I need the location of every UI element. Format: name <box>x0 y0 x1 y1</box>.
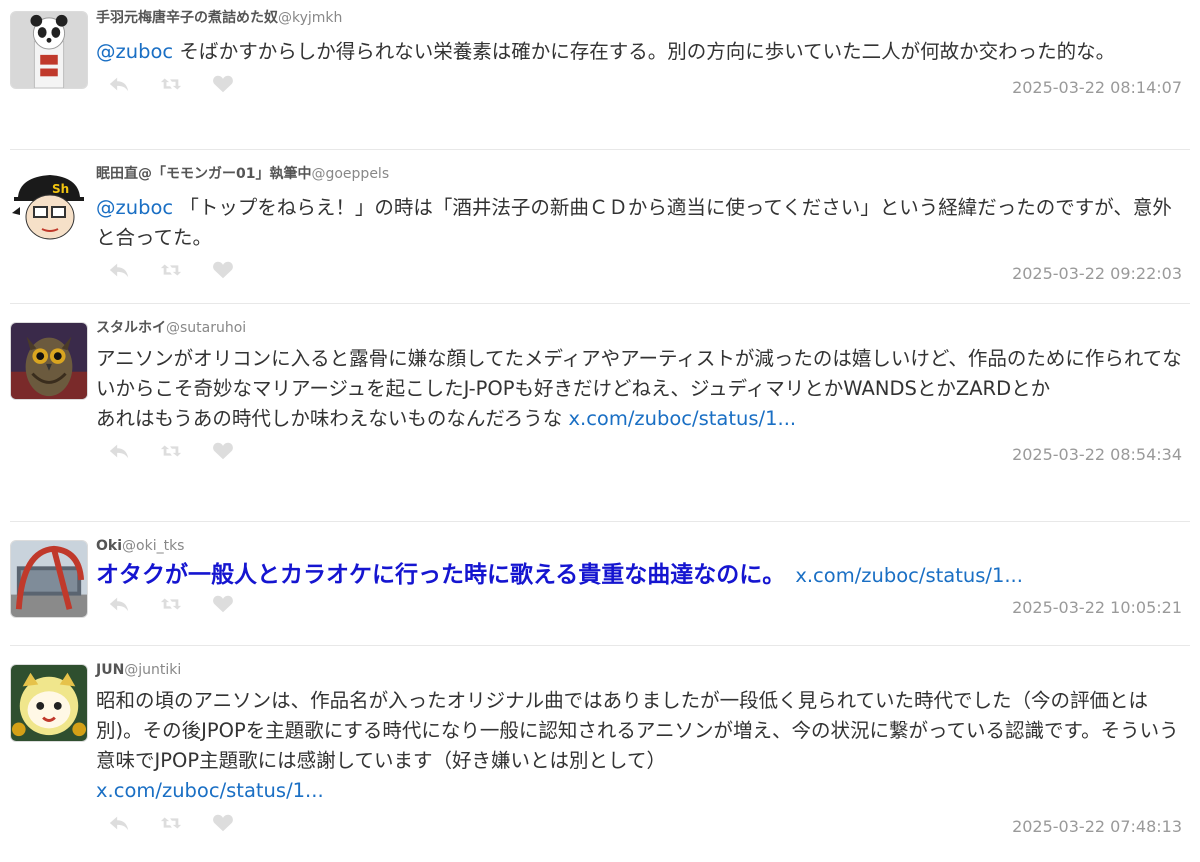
tweet-timestamp[interactable]: 2025-03-22 10:05:21 <box>1012 598 1182 617</box>
user-name[interactable]: 眠田直@「モモンガー01」執筆中 <box>96 166 311 182</box>
user-name[interactable]: Oki <box>96 538 122 554</box>
tweet-timestamp[interactable]: 2025-03-22 08:14:07 <box>1012 78 1182 97</box>
user-name[interactable]: 手羽元梅唐辛子の煮詰めた奴 <box>96 10 278 26</box>
retweet-icon[interactable] <box>158 593 184 615</box>
user-line: JUN@juntiki <box>96 660 1182 680</box>
like-icon[interactable] <box>210 259 236 281</box>
like-icon[interactable] <box>210 440 236 462</box>
status-link[interactable]: x.com/zuboc/status/1... <box>795 564 1023 587</box>
tweet-text-content: 昭和の頃のアニソンは、作品名が入ったオリジナル曲ではありましたが一段低く見られて… <box>96 689 1179 772</box>
tweet-text-content: そばかすからしか得られない栄養素は確かに存在する。別の方向に歩いていた二人が何故… <box>173 40 1116 63</box>
reply-icon[interactable] <box>106 812 132 834</box>
tweet-actions: 2025-03-22 08:54:34 <box>96 436 1182 468</box>
tweet-timestamp[interactable]: 2025-03-22 09:22:03 <box>1012 264 1182 283</box>
retweet-icon[interactable] <box>158 440 184 462</box>
retweet-icon[interactable] <box>158 259 184 281</box>
tweet-item: Sh 眠田直@「モモンガー01」執筆中@goeppels @zuboc 「トップ… <box>10 150 1190 304</box>
user-line: Oki@oki_tks <box>96 536 1182 556</box>
user-line: スタルホイ@sutaruhoi <box>96 318 1182 338</box>
tweet-actions: 2025-03-22 09:22:03 <box>96 255 1182 287</box>
tweet-text-content: あれはもうあの時代しか味わえないものなんだろうな <box>96 407 569 430</box>
tweet-text: 昭和の頃のアニソンは、作品名が入ったオリジナル曲ではありましたが一段低く見られて… <box>96 686 1182 806</box>
user-handle[interactable]: @juntiki <box>124 662 181 678</box>
tweet-text: オタクが一般人とカラオケに行った時に歌える貴重な曲達なのに。 x.com/zubo… <box>96 558 1182 593</box>
owl-avatar-icon[interactable] <box>10 322 88 400</box>
cartoon-face-avatar-icon[interactable]: Sh <box>10 167 88 245</box>
tweet-timestamp[interactable]: 2025-03-22 08:54:34 <box>1012 445 1182 464</box>
like-icon[interactable] <box>210 73 236 95</box>
tweet-item: JUN@juntiki 昭和の頃のアニソンは、作品名が入ったオリジナル曲ではあり… <box>10 646 1190 860</box>
panda-avatar-icon[interactable] <box>10 11 88 89</box>
tweet-actions: 2025-03-22 07:48:13 <box>96 808 1182 840</box>
tweet-text: @zuboc 「トップをねらえ！」の時は「酒井法子の新曲ＣＤから適当に使ってくだ… <box>96 193 1182 253</box>
cat-character-avatar-icon[interactable] <box>10 664 88 742</box>
tweet-text-content: オタクが一般人とカラオケに行った時に歌える貴重な曲達なのに。 <box>96 562 786 588</box>
user-handle[interactable]: @sutaruhoi <box>166 320 246 336</box>
tweet-text: @zuboc そばかすからしか得られない栄養素は確かに存在する。別の方向に歩いて… <box>96 37 1182 67</box>
tweet-text-line: あれはもうあの時代しか味わえないものなんだろうな x.com/zuboc/sta… <box>96 404 1182 434</box>
tweet-text: アニソンがオリコンに入ると露骨に嫌な顔してたメディアやアーティストが減ったのは嬉… <box>96 344 1182 434</box>
retweet-icon[interactable] <box>158 73 184 95</box>
user-handle[interactable]: @kyjmkh <box>278 10 342 26</box>
like-icon[interactable] <box>210 812 236 834</box>
tweet-text-line: アニソンがオリコンに入ると露骨に嫌な顔してたメディアやアーティストが減ったのは嬉… <box>96 347 1182 400</box>
tweet-text-content: 「トップをねらえ！」の時は「酒井法子の新曲ＣＤから適当に使ってください」という経… <box>96 196 1172 249</box>
tweet-actions: 2025-03-22 10:05:21 <box>96 589 1182 621</box>
tweet-actions: 2025-03-22 08:14:07 <box>96 69 1182 101</box>
like-icon[interactable] <box>210 593 236 615</box>
reply-icon[interactable] <box>106 73 132 95</box>
user-line: 手羽元梅唐辛子の煮詰めた奴@kyjmkh <box>96 8 1182 28</box>
user-handle[interactable]: @goeppels <box>311 166 389 182</box>
tweet-item: 手羽元梅唐辛子の煮詰めた奴@kyjmkh @zuboc そばかすからしか得られな… <box>10 0 1190 150</box>
reply-icon[interactable] <box>106 259 132 281</box>
status-link[interactable]: x.com/zuboc/status/1... <box>568 407 796 430</box>
tweet-feed: 手羽元梅唐辛子の煮詰めた奴@kyjmkh @zuboc そばかすからしか得られな… <box>10 0 1190 860</box>
retweet-icon[interactable] <box>158 812 184 834</box>
tweet-item: Oki@oki_tks オタクが一般人とカラオケに行った時に歌える貴重な曲達なの… <box>10 522 1190 646</box>
mention-link[interactable]: @zuboc <box>96 196 173 219</box>
user-line: 眠田直@「モモンガー01」執筆中@goeppels <box>96 164 1182 184</box>
tweet-timestamp[interactable]: 2025-03-22 07:48:13 <box>1012 817 1182 836</box>
tweet-item: スタルホイ@sutaruhoi アニソンがオリコンに入ると露骨に嫌な顔してたメデ… <box>10 304 1190 522</box>
reply-icon[interactable] <box>106 593 132 615</box>
status-link[interactable]: x.com/zuboc/status/1... <box>96 779 324 802</box>
svg-text:Sh: Sh <box>52 182 69 196</box>
mention-link[interactable]: @zuboc <box>96 40 173 63</box>
user-handle[interactable]: @oki_tks <box>122 538 184 554</box>
reply-icon[interactable] <box>106 440 132 462</box>
user-name[interactable]: スタルホイ <box>96 320 166 336</box>
red-arch-photo-avatar-icon[interactable] <box>10 540 88 618</box>
user-name[interactable]: JUN <box>96 662 124 678</box>
